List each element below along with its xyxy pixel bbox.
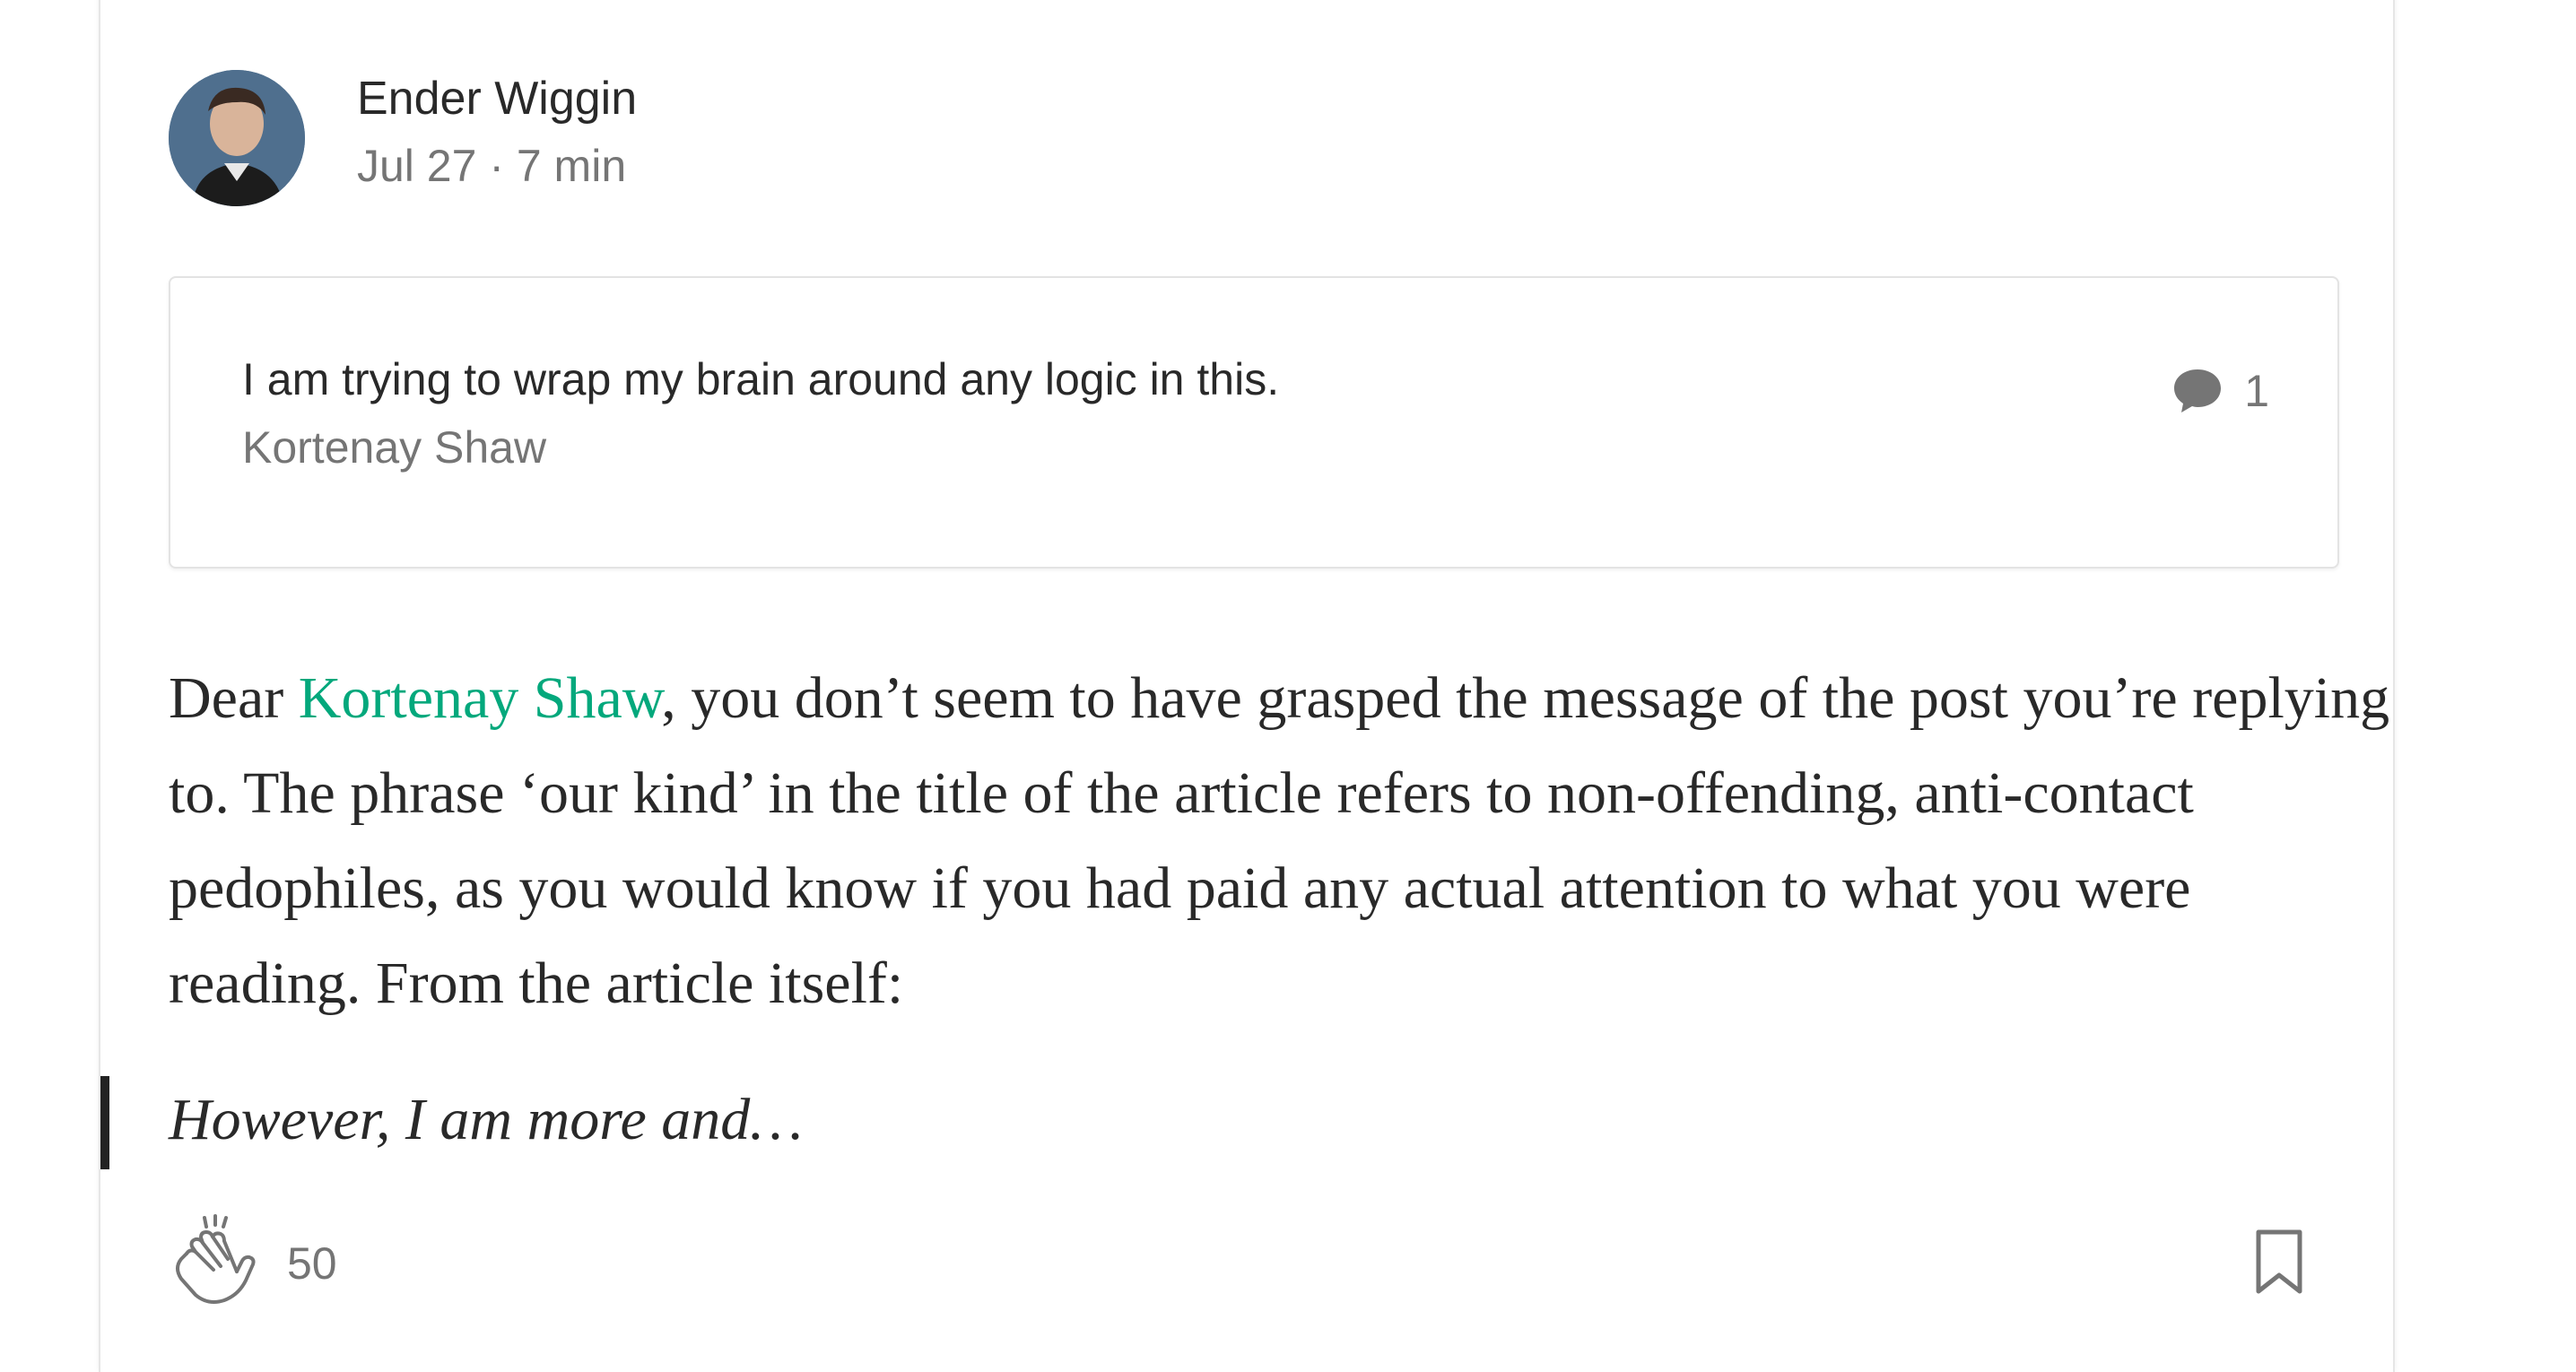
parent-response-text: I am trying to wrap my brain around any … — [242, 354, 1280, 404]
clap-count: 50 — [287, 1237, 337, 1289]
clap-button[interactable] — [169, 1214, 258, 1312]
author-name[interactable]: Ender Wiggin — [357, 70, 637, 127]
author-header: Ender Wiggin Jul 27 · 7 min — [169, 70, 637, 206]
clap-hands-icon — [176, 1214, 256, 1304]
speech-bubble-icon — [2174, 369, 2222, 412]
response-card: Ender Wiggin Jul 27 · 7 min I am trying … — [99, 0, 2395, 1372]
avatar[interactable] — [169, 70, 305, 206]
parent-response-card[interactable]: I am trying to wrap my brain around any … — [169, 276, 2339, 569]
response-count-number: 1 — [2244, 366, 2269, 416]
author-meta: Ender Wiggin Jul 27 · 7 min — [357, 70, 637, 195]
response-body: Dear Kortenay Shaw, you don’t seem to ha… — [169, 651, 2393, 1031]
body-prefix: Dear — [169, 665, 299, 731]
parent-response-author: Kortenay Shaw — [242, 422, 547, 473]
blockquote-excerpt[interactable]: However, I am more and… — [169, 1071, 803, 1169]
clap-section: 50 — [169, 1214, 337, 1312]
blockquote-bar — [100, 1076, 109, 1169]
bookmark-icon — [2256, 1229, 2302, 1294]
user-mention-link[interactable]: Kortenay Shaw — [299, 665, 661, 731]
response-count[interactable]: 1 — [2172, 364, 2269, 418]
post-date-readtime[interactable]: Jul 27 · 7 min — [357, 136, 637, 195]
bookmark-button[interactable] — [2255, 1229, 2303, 1299]
avatar-image — [169, 70, 305, 206]
